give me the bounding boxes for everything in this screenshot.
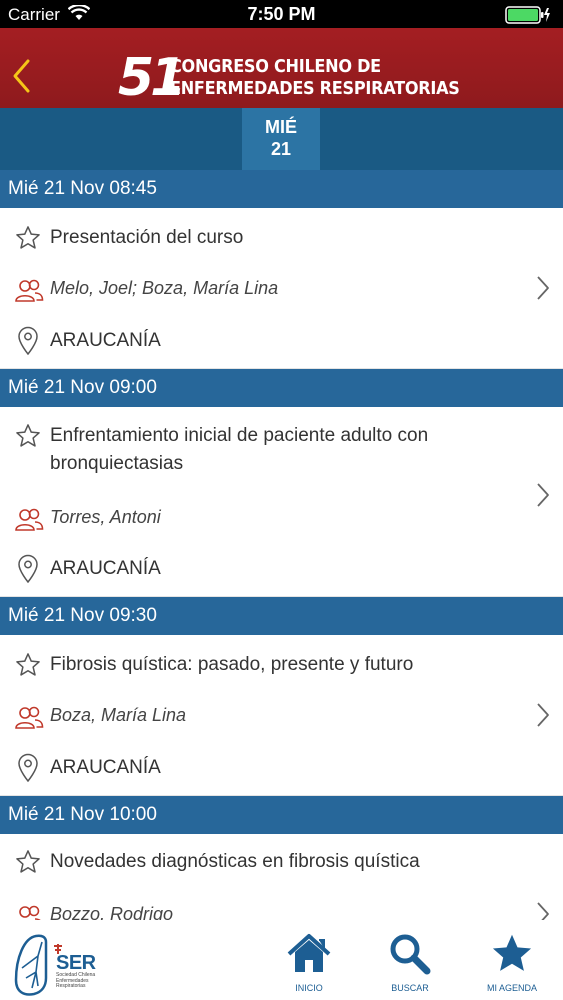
session-title: Fibrosis quística: pasado, presente y fu… [50,654,414,675]
session-time-header: Mié 21 Nov 10:00 [0,796,563,834]
session-list: Mié 21 Nov 08:45 Presentación del curso … [0,170,563,954]
session-speakers: Torres, Antoni [50,507,161,527]
speakers-icon [14,507,44,538]
battery-icon [505,6,551,29]
star-icon[interactable] [14,848,42,881]
congress-logo-line1: CONGRESO CHILENO DE [170,57,381,77]
session-item[interactable]: Fibrosis quística: pasado, presente y fu… [0,635,563,796]
session-time-header: Mié 21 Nov 08:45 [0,170,563,208]
session-speakers: Melo, Joel; Boza, María Lina [50,278,279,298]
tab-mi-agenda-label: MI AGENDA [486,983,537,993]
session-item[interactable]: Presentación del curso Melo, Joel; Boza,… [0,208,563,369]
session-speakers: Boza, María Lina [50,705,187,725]
chevron-right-icon [535,274,551,307]
session-title: Presentación del curso [50,227,244,248]
search-icon [390,934,431,975]
app-header: 51 CONGRESO CHILENO DE ENFERMEDADES RESP… [0,28,563,108]
session-location: ARAUCANÍA [50,330,161,351]
session-title: Enfrentamiento inicial de paciente adult… [50,425,429,474]
session-time-header: Mié 21 Nov 09:00 [0,369,563,407]
home-icon [287,934,331,972]
back-button[interactable] [10,58,40,98]
star-icon[interactable] [14,422,42,455]
tab-buscar[interactable]: BUSCAR [365,928,455,998]
day-selector: MIÉ 21 [0,108,563,170]
chevron-left-icon [13,59,30,93]
star-icon [492,934,532,971]
speakers-icon [14,278,44,309]
status-bar: Carrier 7:50 PM [0,0,563,28]
congress-logo-text: CONGRESO CHILENO DE ENFERMEDADES RESPIRA… [170,56,460,100]
bottom-tab-bar: SER Sociedad Chilena Enfermedades Respir… [0,920,563,1000]
session-item[interactable]: Enfrentamiento inicial de paciente adult… [0,407,563,597]
session-location: ARAUCANÍA [50,757,161,778]
ser-logo-subtitle: Respiratorias [56,983,86,989]
location-pin-icon [14,753,42,788]
day-tab-selected[interactable]: MIÉ 21 [242,108,320,170]
tab-mi-agenda[interactable]: MI AGENDA [467,928,557,998]
tab-buscar-label: BUSCAR [391,983,429,993]
day-tab-day: 21 [270,139,292,159]
session-title: Novedades diagnósticas en fibrosis quíst… [50,851,420,872]
congress-logo-line2: ENFERMEDADES RESPIRATORIAS [170,79,460,99]
tab-inicio[interactable]: INICIO [264,928,354,998]
session-time-header: Mié 21 Nov 09:30 [0,597,563,635]
day-tab-weekday: MIÉ [264,117,297,137]
speakers-icon [14,705,44,736]
star-icon[interactable] [14,651,42,684]
chevron-right-icon [535,701,551,734]
status-time: 7:50 PM [247,4,316,24]
star-icon[interactable] [14,224,42,257]
ser-logo: SER Sociedad Chilena Enfermedades Respir… [12,928,112,1000]
chevron-right-icon [535,481,551,514]
location-pin-icon [14,554,42,589]
tab-inicio-label: INICIO [295,983,323,993]
session-location: ARAUCANÍA [50,558,161,579]
location-pin-icon [14,326,42,361]
